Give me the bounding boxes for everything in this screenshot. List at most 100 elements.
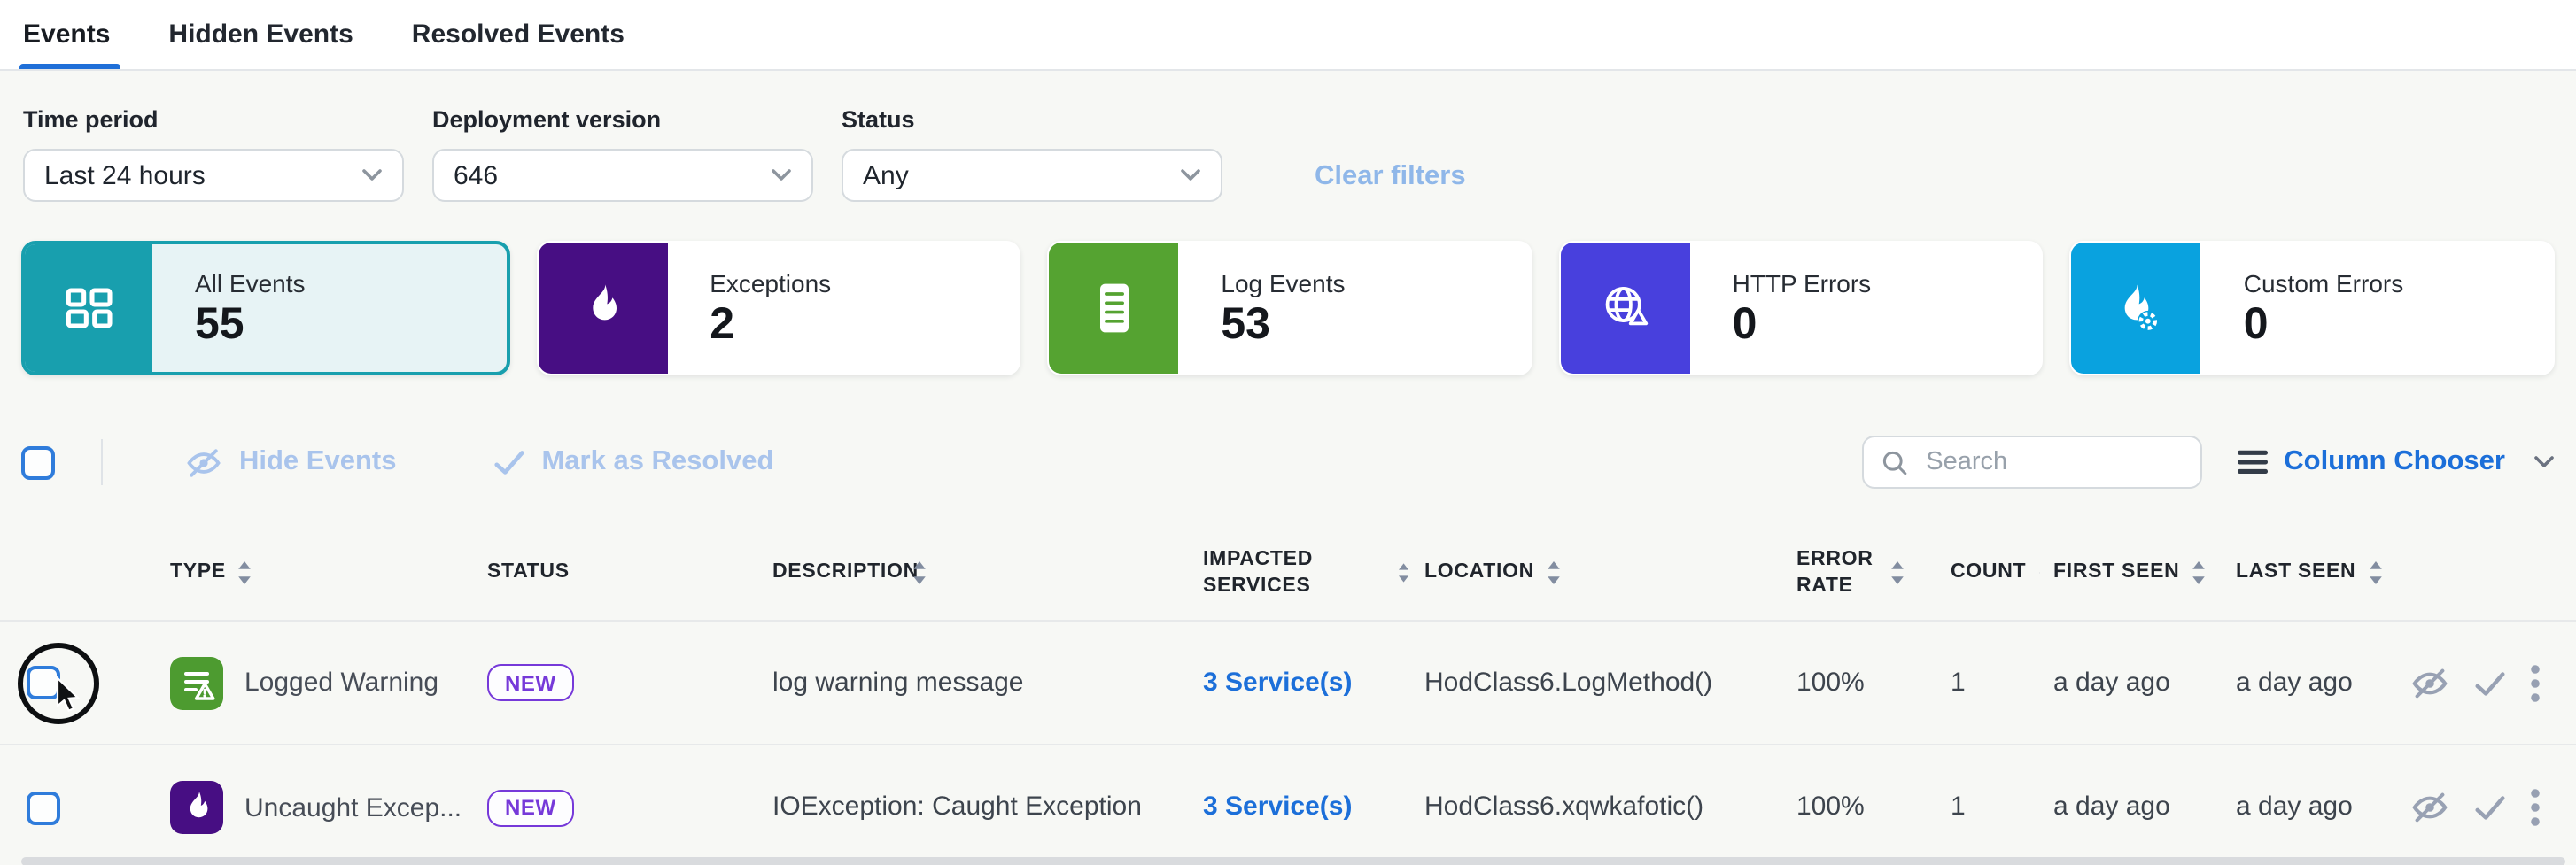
description-cell: IOException: Caught Exception [755,792,1189,823]
description-text: log warning message [772,667,1024,697]
status-select[interactable]: Any [842,149,1222,202]
column-header-status[interactable]: STATUS [471,560,755,586]
card-log-events-icon-panel [1049,243,1178,374]
events-table: TYPE STATUS DESCRIPTION IMPACTED SERVICE… [0,526,2576,865]
eye-slash-icon [2409,790,2450,825]
error-rate-text: 100% [1796,792,1865,822]
tab-resolved-events[interactable]: Resolved Events [412,0,625,69]
column-header-last-seen[interactable]: LAST SEEN [2222,560,2399,586]
last-seen-cell: a day ago [2222,792,2399,823]
deployment-version-value: 646 [454,160,498,190]
column-chooser-button[interactable]: Column Chooser [2238,446,2555,478]
card-http-errors-icon-panel [1561,243,1690,374]
card-value: 53 [1221,301,1345,348]
eye-slash-icon [184,445,223,479]
resolve-row-button[interactable] [2473,793,2507,822]
tab-hidden-events[interactable]: Hidden Events [168,0,353,69]
tab-bar: Events Hidden Events Resolved Events [0,0,2576,71]
count-text: 1 [1951,667,1966,697]
card-label: Custom Errors [2244,269,2403,297]
card-exceptions[interactable]: Exceptions 2 [536,241,1020,375]
row-checkbox[interactable] [27,791,60,824]
mark-as-resolved-label: Mark as Resolved [541,446,773,478]
count-cell: 1 [1929,792,2039,823]
sort-icon[interactable] [1547,561,1561,584]
globe-warning-icon [1597,280,1654,336]
clear-filters-link[interactable]: Clear filters [1315,161,1466,193]
search-icon [1882,449,1908,475]
impacted-services-link[interactable]: 3 Service(s) [1203,792,1352,822]
resolve-row-button[interactable] [2473,668,2507,697]
tab-resolved-events-label: Resolved Events [412,19,625,50]
select-all-checkbox[interactable] [21,445,55,479]
row-actions [2399,788,2576,827]
column-header-count[interactable]: COUNT [1929,560,2039,586]
error-rate-text: 100% [1796,667,1865,697]
column-label: TYPE [170,560,226,586]
card-custom-errors[interactable]: Custom Errors 0 [2070,241,2555,375]
chevron-down-icon [771,168,792,182]
row-menu-button[interactable] [2530,663,2541,702]
table-header-row: TYPE STATUS DESCRIPTION IMPACTED SERVICE… [0,526,2576,622]
type-label: Uncaught Excep... [244,792,462,823]
card-all-events[interactable]: All Events 55 [21,241,509,375]
column-header-error-rate[interactable]: ERROR RATE [1782,546,1929,599]
chevron-down-icon [1180,168,1201,182]
sort-icon[interactable] [238,561,252,584]
column-header-first-seen[interactable]: FIRST SEEN [2039,560,2222,586]
table-row-logged-warning[interactable]: Logged Warning NEW log warning message 3… [0,622,2576,745]
time-period-select[interactable]: Last 24 hours [23,149,404,202]
check-icon [492,448,525,476]
row-actions [2399,663,2576,702]
column-label: FIRST SEEN [2053,560,2179,586]
dashboard-grid-icon [59,280,116,336]
flame-icon [574,280,631,336]
sort-icon[interactable] [1890,561,1905,584]
status-badge: NEW [487,664,574,701]
time-period-label: Time period [23,106,404,133]
last-seen-text: a day ago [2236,792,2353,822]
hide-events-button[interactable]: Hide Events [184,445,396,479]
column-header-impacted-services[interactable]: IMPACTED SERVICES [1189,546,1410,599]
status-value: Any [863,160,909,190]
sort-icon[interactable] [2368,561,2382,584]
column-header-location[interactable]: LOCATION [1410,560,1782,586]
card-log-events[interactable]: Log Events 53 [1047,241,1532,375]
hamburger-icon [2238,450,2268,475]
card-http-errors-body: HTTP Errors 0 [1690,243,1872,374]
column-label: COUNT [1951,560,2026,586]
first-seen-text: a day ago [2053,667,2170,697]
mark-as-resolved-button[interactable]: Mark as Resolved [492,446,773,478]
sort-icon[interactable] [1399,561,1410,584]
column-header-type[interactable]: TYPE [170,560,471,586]
time-period-filter: Time period Last 24 hours [23,106,404,202]
impacted-services-cell: 3 Service(s) [1189,667,1410,699]
tab-events[interactable]: Events [23,0,110,69]
deployment-version-select[interactable]: 646 [432,149,813,202]
table-row-uncaught-exception[interactable]: Uncaught Excep... NEW IOException: Caugh… [0,745,2576,865]
location-text: HodClass6.LogMethod() [1424,667,1712,697]
chevron-down-icon [361,168,383,182]
sort-icon[interactable] [912,561,927,584]
search-input[interactable] [1922,446,2170,478]
flame-gear-icon [2108,280,2165,336]
hide-row-button[interactable] [2409,790,2450,825]
card-http-errors[interactable]: HTTP Errors 0 [1559,241,2044,375]
log-document-icon [1089,280,1138,336]
card-custom-errors-body: Custom Errors 0 [2201,243,2403,374]
column-header-description[interactable]: DESCRIPTION [755,560,1189,586]
horizontal-scrollbar[interactable] [21,856,2565,865]
card-value: 0 [1733,301,1872,348]
row-checkbox[interactable] [27,666,60,699]
impacted-services-link[interactable]: 3 Service(s) [1203,667,1352,697]
status-cell: NEW [471,664,755,701]
status-cell: NEW [471,789,755,826]
search-box[interactable] [1862,436,2202,489]
error-rate-cell: 100% [1782,667,1929,699]
card-log-events-body: Log Events 53 [1178,243,1345,374]
row-menu-button[interactable] [2530,788,2541,827]
impacted-services-cell: 3 Service(s) [1189,792,1410,823]
sort-icon[interactable] [2192,561,2206,584]
description-cell: log warning message [755,667,1189,699]
hide-row-button[interactable] [2409,665,2450,700]
